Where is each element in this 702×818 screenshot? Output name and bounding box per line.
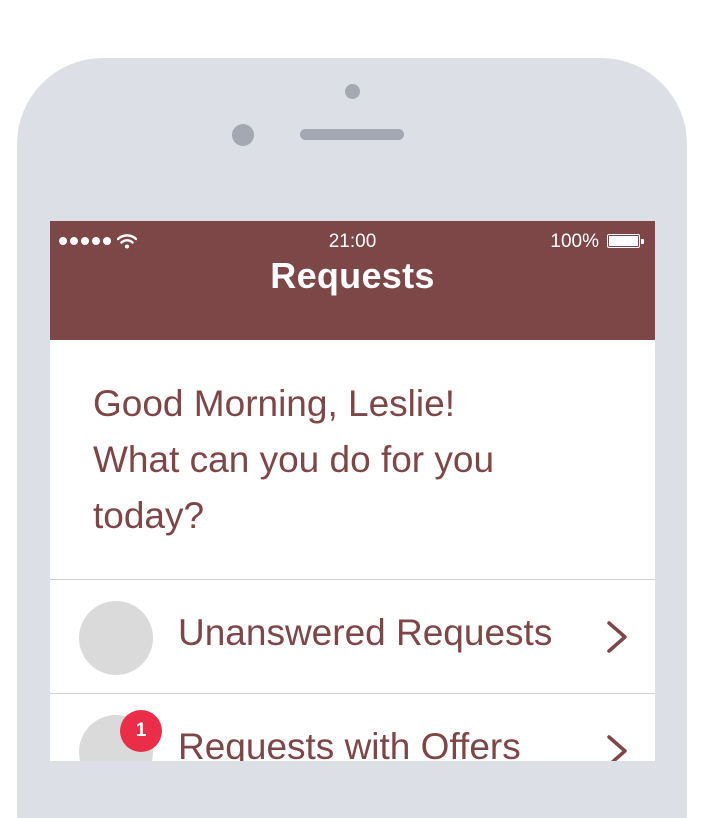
speaker-grille [300, 129, 404, 140]
battery-tip [641, 239, 644, 244]
camera-icon [345, 84, 360, 99]
list-item-label: Unanswered Requests [178, 612, 553, 653]
sensor-icon [232, 124, 254, 146]
battery-percent: 100% [550, 231, 599, 252]
notification-badge: 1 [120, 710, 162, 752]
battery-icon [607, 234, 640, 248]
greeting-line: today? [93, 495, 205, 536]
list-item-unanswered-requests[interactable]: Unanswered Requests [50, 579, 655, 693]
app-screen: 21:00 100% Requests Good Morning, Leslie… [50, 221, 655, 761]
avatar [79, 601, 153, 675]
chevron-right-icon [607, 735, 627, 761]
nav-bar: 21:00 100% Requests [50, 221, 655, 340]
greeting-line: What can you do for you [93, 439, 495, 480]
list-item-requests-with-offers[interactable]: 1 Requests with Offers [50, 693, 655, 761]
greeting-line: Good Morning, Leslie! [93, 383, 455, 424]
greeting-text: Good Morning, Leslie! What can you do fo… [93, 376, 593, 544]
page-title: Requests [270, 255, 435, 296]
chevron-right-icon [607, 621, 627, 653]
